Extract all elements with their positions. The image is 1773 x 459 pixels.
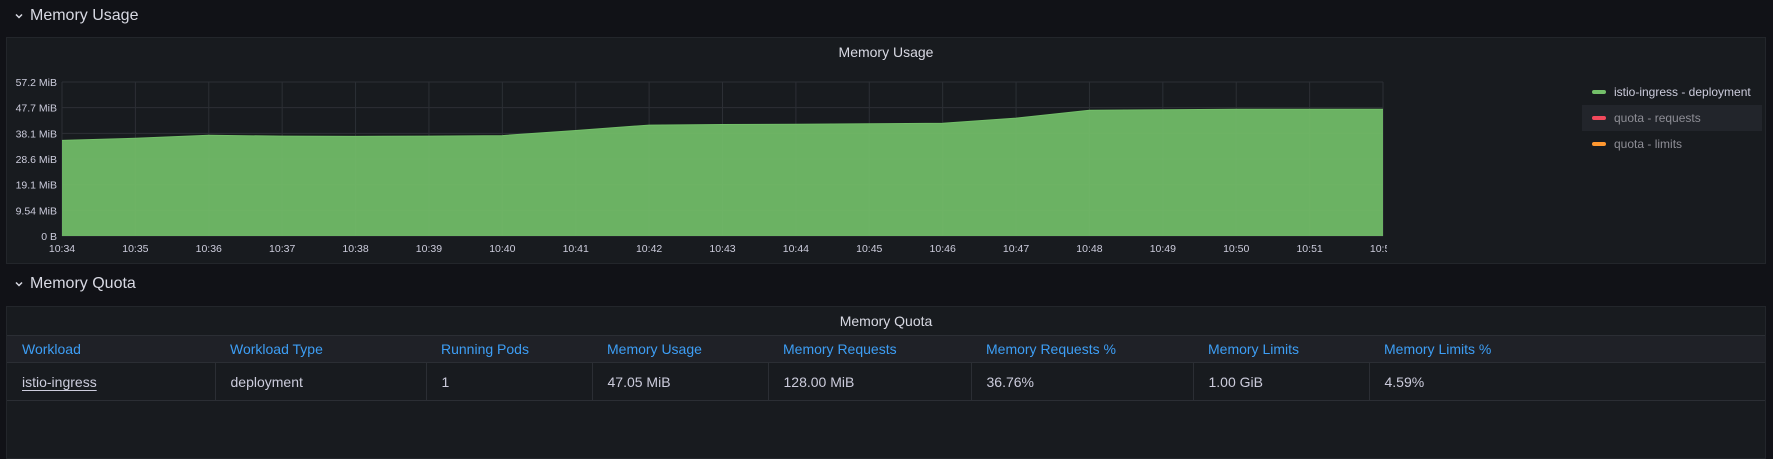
row-header-memory-quota[interactable]: Memory Quota [14, 273, 136, 295]
x-tick-label: 10:36 [196, 243, 222, 255]
row-title: Memory Quota [30, 275, 136, 292]
chart-legend: istio-ingress - deployment quota - reque… [1582, 79, 1762, 157]
x-tick-label: 10:42 [636, 243, 662, 255]
panel-title: Memory Quota [839, 313, 933, 329]
x-tick-label: 10:52 [1370, 243, 1387, 255]
table-header-row: Workload Workload Type Running Pods Memo… [7, 335, 1765, 363]
legend-item-deployment[interactable]: istio-ingress - deployment [1582, 79, 1762, 105]
y-tick-label: 47.7 MiB [16, 103, 57, 115]
legend-swatch [1592, 90, 1606, 94]
x-tick-label: 10:38 [342, 243, 368, 255]
column-header-workload-type[interactable]: Workload Type [215, 335, 426, 363]
column-header-workload[interactable]: Workload [7, 335, 215, 363]
row-header-memory-usage[interactable]: Memory Usage [14, 5, 138, 27]
cell-workload-type: deployment [215, 362, 427, 401]
cell-memory-requests-pct: 36.76% [971, 362, 1194, 401]
y-tick-label: 28.6 MiB [16, 154, 57, 166]
legend-label: quota - requests [1614, 111, 1701, 125]
cell-memory-limits: 1.00 GiB [1193, 362, 1370, 401]
x-tick-label: 10:43 [709, 243, 735, 255]
x-tick-label: 10:51 [1296, 243, 1322, 255]
cell-memory-requests: 128.00 MiB [768, 362, 972, 401]
y-tick-label: 19.1 MiB [16, 180, 57, 192]
y-tick-label: 9.54 MiB [16, 205, 57, 217]
x-tick-label: 10:34 [49, 243, 75, 255]
memory-usage-panel: Memory Usage 0 B 9.54 MiB 19.1 MiB 28.6 MiB… [6, 37, 1766, 264]
legend-item-quota-limits[interactable]: quota - limits [1582, 131, 1762, 157]
x-tick-label: 10:37 [269, 243, 295, 255]
memory-quota-table: Workload Workload Type Running Pods Memo… [7, 335, 1765, 401]
column-header-memory-limits-pct[interactable]: Memory Limits % [1369, 335, 1765, 363]
column-header-running-pods[interactable]: Running Pods [426, 335, 592, 363]
x-tick-label: 10:40 [489, 243, 515, 255]
x-tick-label: 10:46 [930, 243, 956, 255]
chevron-down-icon [15, 13, 23, 19]
row-title: Memory Usage [30, 7, 139, 24]
memory-quota-panel: Memory Quota Workload Workload Type Runn… [6, 306, 1766, 459]
x-tick-label: 10:50 [1223, 243, 1249, 255]
y-tick-label: 38.1 MiB [16, 128, 57, 140]
x-tick-label: 10:45 [856, 243, 882, 255]
x-tick-label: 10:41 [563, 243, 589, 255]
x-tick-label: 10:48 [1076, 243, 1102, 255]
y-tick-label: 0 B [41, 231, 57, 243]
legend-item-quota-requests[interactable]: quota - requests [1582, 105, 1762, 131]
column-header-memory-limits[interactable]: Memory Limits [1193, 335, 1369, 363]
legend-swatch [1592, 116, 1606, 120]
cell-running-pods: 1 [426, 362, 593, 401]
series-area [62, 109, 1383, 236]
column-header-memory-usage[interactable]: Memory Usage [592, 335, 768, 363]
x-tick-label: 10:44 [783, 243, 809, 255]
table-row: istio-ingress deployment 1 47.05 MiB 128… [7, 362, 1765, 401]
x-tick-label: 10:47 [1003, 243, 1029, 255]
cell-memory-limits-pct: 4.59% [1369, 362, 1765, 401]
x-tick-label: 10:35 [122, 243, 148, 255]
y-tick-label: 57.2 MiB [16, 77, 57, 89]
column-header-memory-requests-pct[interactable]: Memory Requests % [971, 335, 1193, 363]
x-tick-label: 10:39 [416, 243, 442, 255]
legend-label: quota - limits [1614, 137, 1683, 151]
cell-workload: istio-ingress [7, 362, 216, 401]
legend-label: istio-ingress - deployment [1614, 85, 1751, 99]
x-tick-label: 10:49 [1150, 243, 1176, 255]
column-header-memory-requests[interactable]: Memory Requests [768, 335, 971, 363]
chevron-down-icon [15, 281, 23, 287]
workload-link[interactable]: istio-ingress [22, 374, 97, 390]
cell-memory-usage: 47.05 MiB [592, 362, 769, 401]
memory-usage-chart[interactable]: 0 B 9.54 MiB 19.1 MiB 28.6 MiB 38.1 MiB 47.7 … [7, 38, 1387, 265]
legend-swatch [1592, 142, 1606, 146]
